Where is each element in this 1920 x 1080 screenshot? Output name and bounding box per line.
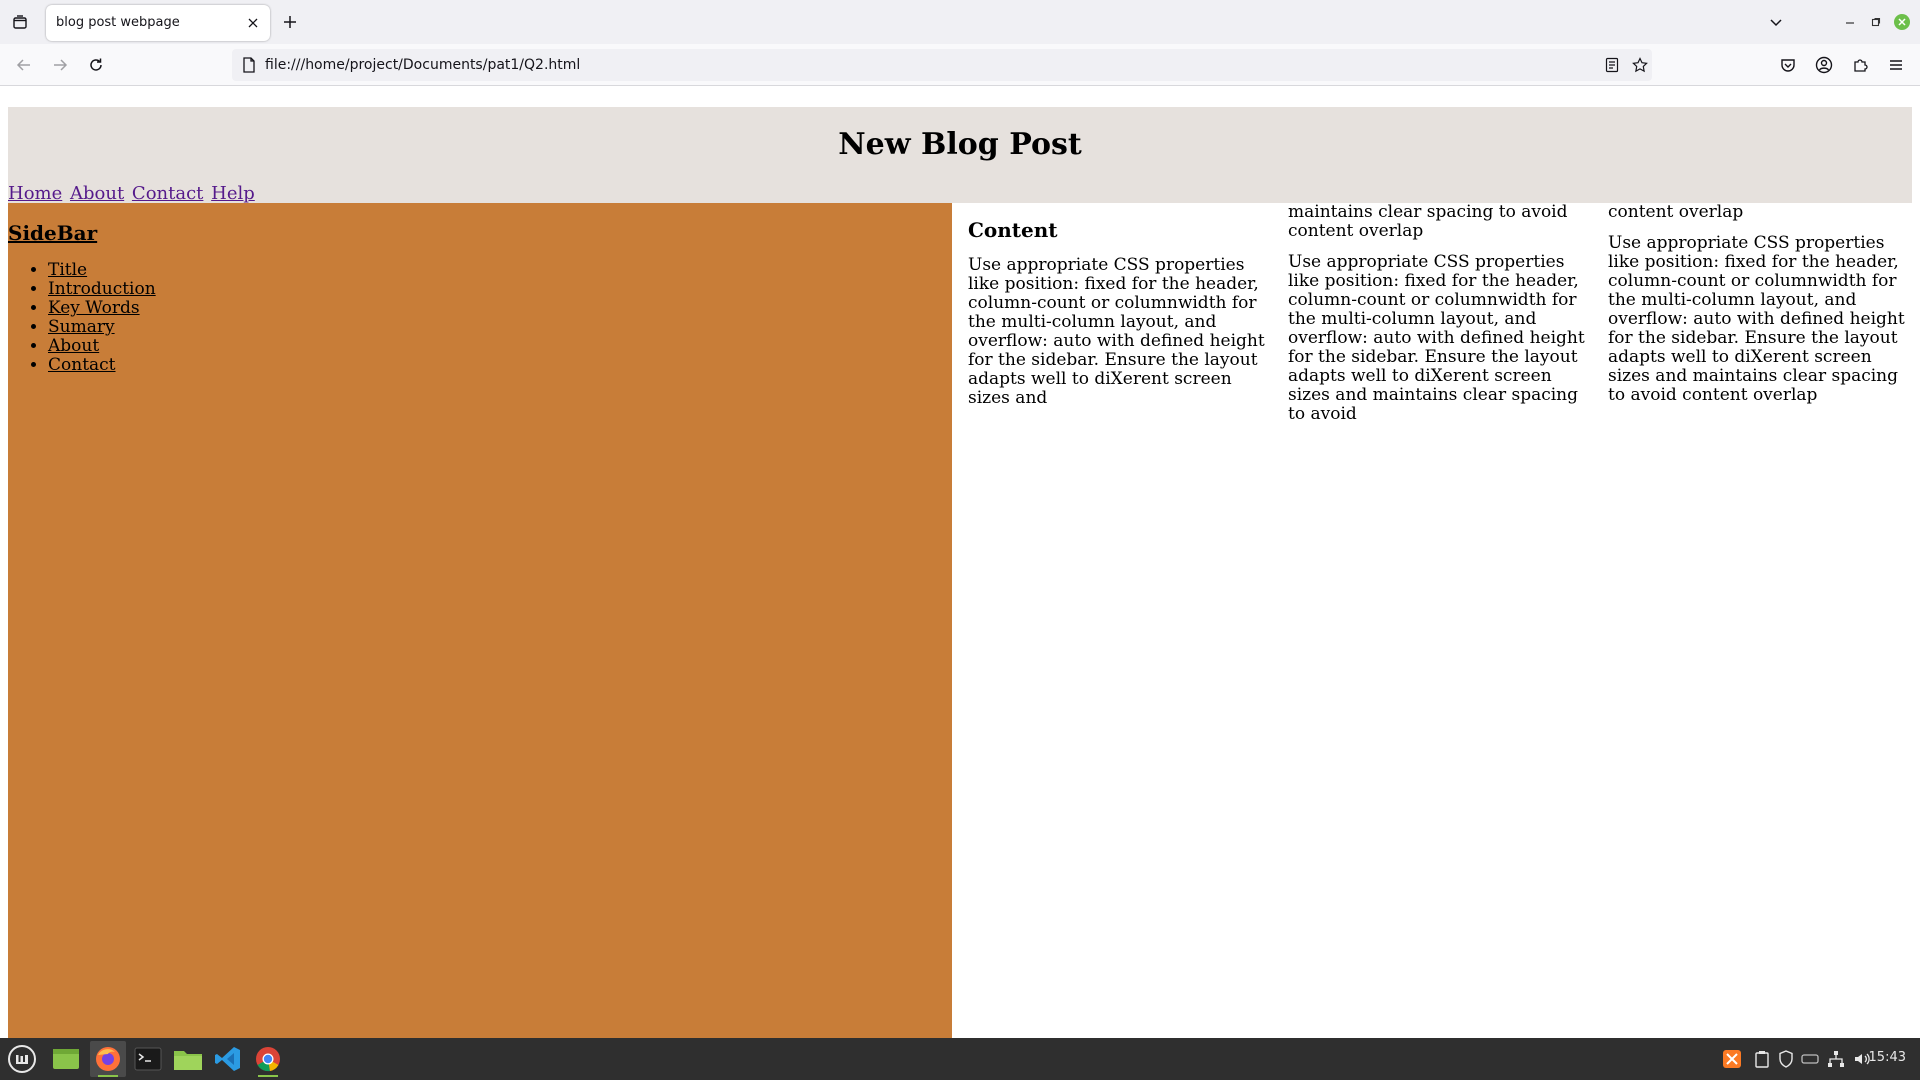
navigation-bar: file:///home/project/Documents/pat1/Q2.h…: [0, 44, 1920, 86]
clipboard-icon[interactable]: [1752, 1049, 1772, 1069]
network-card-icon[interactable]: [1800, 1049, 1820, 1069]
page-title: New Blog Post: [838, 127, 1082, 162]
content-paragraph: Use appropriate CSS properties like posi…: [1608, 233, 1905, 405]
tab-active[interactable]: blog post webpage: [46, 5, 270, 41]
hamburger-menu-icon[interactable]: [1884, 53, 1908, 77]
nav-link-home[interactable]: Home: [8, 183, 62, 204]
page-viewport: New Blog Post Home About Contact Help Si…: [0, 87, 1920, 1038]
list-item: About: [48, 337, 156, 356]
list-item: Key Words: [48, 299, 156, 318]
list-item: Contact: [48, 356, 156, 375]
content-paragraph: maintains clear spacing to avoid content…: [1288, 202, 1568, 241]
account-icon[interactable]: [1812, 53, 1836, 77]
chrome-icon[interactable]: [250, 1041, 286, 1077]
sidebar-link-sumary[interactable]: Sumary: [48, 317, 115, 337]
close-window-icon[interactable]: [1892, 12, 1912, 32]
desktop-icon[interactable]: [48, 1041, 84, 1077]
page-icon: [240, 56, 258, 74]
clock[interactable]: 15:43: [1869, 1050, 1906, 1065]
forward-arrow-icon[interactable]: [48, 53, 72, 77]
vscode-icon[interactable]: [210, 1041, 246, 1077]
maximize-icon[interactable]: [1866, 12, 1886, 32]
star-icon[interactable]: [1630, 55, 1650, 75]
content-column-1: Content Use appropriate CSS properties l…: [968, 203, 1276, 420]
nav-link-contact[interactable]: Contact: [132, 183, 203, 204]
shield-icon[interactable]: [1776, 1049, 1796, 1069]
sidebar-title: SideBar: [8, 221, 98, 245]
firefox-icon[interactable]: [90, 1041, 126, 1077]
close-icon[interactable]: [244, 14, 262, 32]
tab-list-icon[interactable]: [8, 10, 32, 34]
content-area: Content Use appropriate CSS properties l…: [968, 203, 1912, 1038]
chevron-down-icon[interactable]: [1764, 10, 1788, 34]
minimize-icon[interactable]: [1840, 12, 1860, 32]
back-arrow-icon[interactable]: [12, 53, 36, 77]
content-paragraph: Use appropriate CSS properties like posi…: [1288, 252, 1585, 424]
content-paragraph: content overlap: [1608, 202, 1744, 222]
site-nav: Home About Contact Help: [8, 183, 257, 204]
sidebar-link-about[interactable]: About: [48, 336, 99, 356]
sidebar-link-introduction[interactable]: Introduction: [48, 279, 156, 299]
taskbar: 15:43: [0, 1038, 1920, 1080]
url-bar[interactable]: file:///home/project/Documents/pat1/Q2.h…: [232, 49, 1652, 81]
sidebar-link-key-words[interactable]: Key Words: [48, 298, 140, 318]
xampp-icon[interactable]: [1722, 1049, 1742, 1069]
list-item: Introduction: [48, 280, 156, 299]
reload-icon[interactable]: [84, 53, 108, 77]
mint-menu-icon[interactable]: [4, 1041, 40, 1077]
puzzle-icon[interactable]: [1848, 53, 1872, 77]
list-item: Sumary: [48, 318, 156, 337]
content-paragraph: Use appropriate CSS properties like posi…: [968, 255, 1265, 408]
sidebar-link-contact[interactable]: Contact: [48, 355, 116, 375]
content-column-2: maintains clear spacing to avoid content…: [1288, 203, 1596, 436]
nav-link-help[interactable]: Help: [211, 183, 255, 204]
reader-view-icon[interactable]: [1602, 55, 1622, 75]
pocket-icon[interactable]: [1776, 53, 1800, 77]
content-column-3: content overlap Use appropriate CSS prop…: [1608, 203, 1916, 417]
active-indicator: [258, 1075, 278, 1077]
content-title: Content: [968, 218, 1058, 242]
network-icon[interactable]: [1826, 1049, 1846, 1069]
list-item: Title: [48, 261, 156, 280]
nav-link-about[interactable]: About: [70, 183, 124, 204]
tab-bar: blog post webpage: [0, 0, 1920, 44]
files-icon[interactable]: [170, 1041, 206, 1077]
plus-icon[interactable]: [278, 10, 302, 34]
url-text[interactable]: file:///home/project/Documents/pat1/Q2.h…: [265, 57, 580, 73]
active-indicator: [98, 1075, 118, 1077]
sidebar-list: Title Introduction Key Words Sumary Abou…: [48, 261, 156, 375]
site-header: New Blog Post Home About Contact Help: [8, 107, 1912, 204]
terminal-icon[interactable]: [130, 1041, 166, 1077]
tab-title: blog post webpage: [56, 15, 180, 30]
sidebar: SideBar Title Introduction Key Words Sum…: [8, 203, 952, 1038]
sidebar-link-title[interactable]: Title: [48, 260, 87, 280]
